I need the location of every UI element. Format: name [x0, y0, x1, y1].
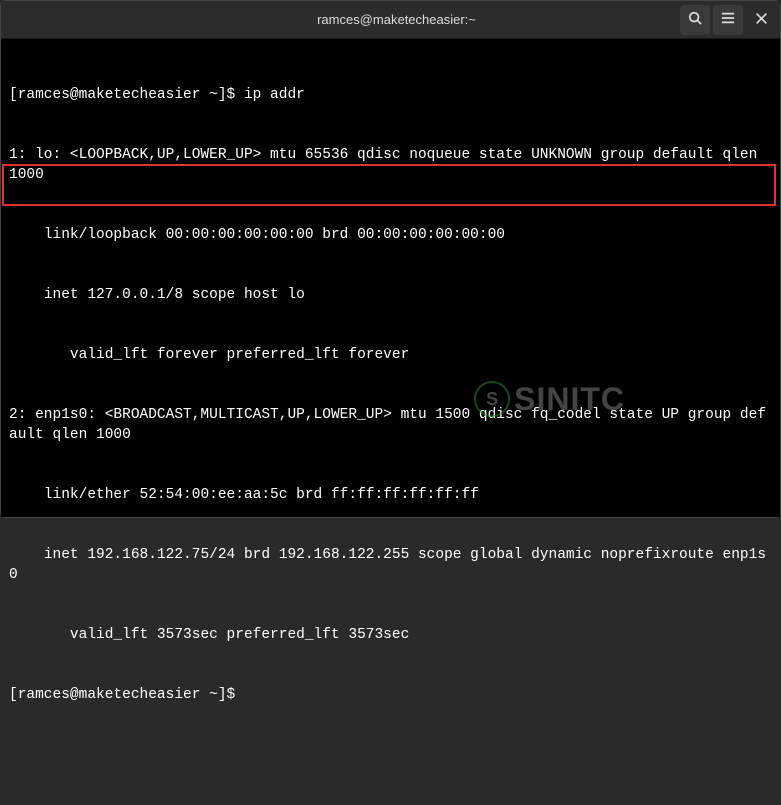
hamburger-icon	[721, 11, 735, 28]
output-line: inet 192.168.122.75/24 brd 192.168.122.2…	[9, 545, 772, 585]
terminal-prompt-line: [ramces@maketecheasier ~]$ ip addr	[9, 85, 772, 105]
window-titlebar: ramces@maketecheasier:~	[1, 1, 780, 39]
output-line: 1: lo: <LOOPBACK,UP,LOWER_UP> mtu 65536 …	[9, 145, 772, 185]
output-line-highlighted: 2: enp1s0: <BROADCAST,MULTICAST,UP,LOWER…	[9, 405, 772, 445]
titlebar-controls	[680, 5, 776, 35]
command-text: ip addr	[244, 87, 305, 103]
output-line: valid_lft forever preferred_lft forever	[9, 345, 772, 365]
search-icon	[688, 11, 702, 28]
menu-button[interactable]	[713, 5, 743, 35]
prompt-text: [ramces@maketecheasier ~]$	[9, 87, 244, 103]
output-line: link/loopback 00:00:00:00:00:00 brd 00:0…	[9, 225, 772, 245]
search-button[interactable]	[680, 5, 710, 35]
close-icon	[755, 12, 768, 28]
terminal-area[interactable]: [ramces@maketecheasier ~]$ ip addr 1: lo…	[1, 39, 780, 517]
window-title: ramces@maketecheasier:~	[113, 12, 680, 27]
prompt-text: [ramces@maketecheasier ~]$	[9, 687, 244, 703]
output-line: valid_lft 3573sec preferred_lft 3573sec	[9, 625, 772, 645]
terminal-prompt-line: [ramces@maketecheasier ~]$	[9, 685, 772, 705]
output-line: inet 127.0.0.1/8 scope host lo	[9, 285, 772, 305]
output-line: link/ether 52:54:00:ee:aa:5c brd ff:ff:f…	[9, 485, 772, 505]
close-button[interactable]	[746, 5, 776, 35]
